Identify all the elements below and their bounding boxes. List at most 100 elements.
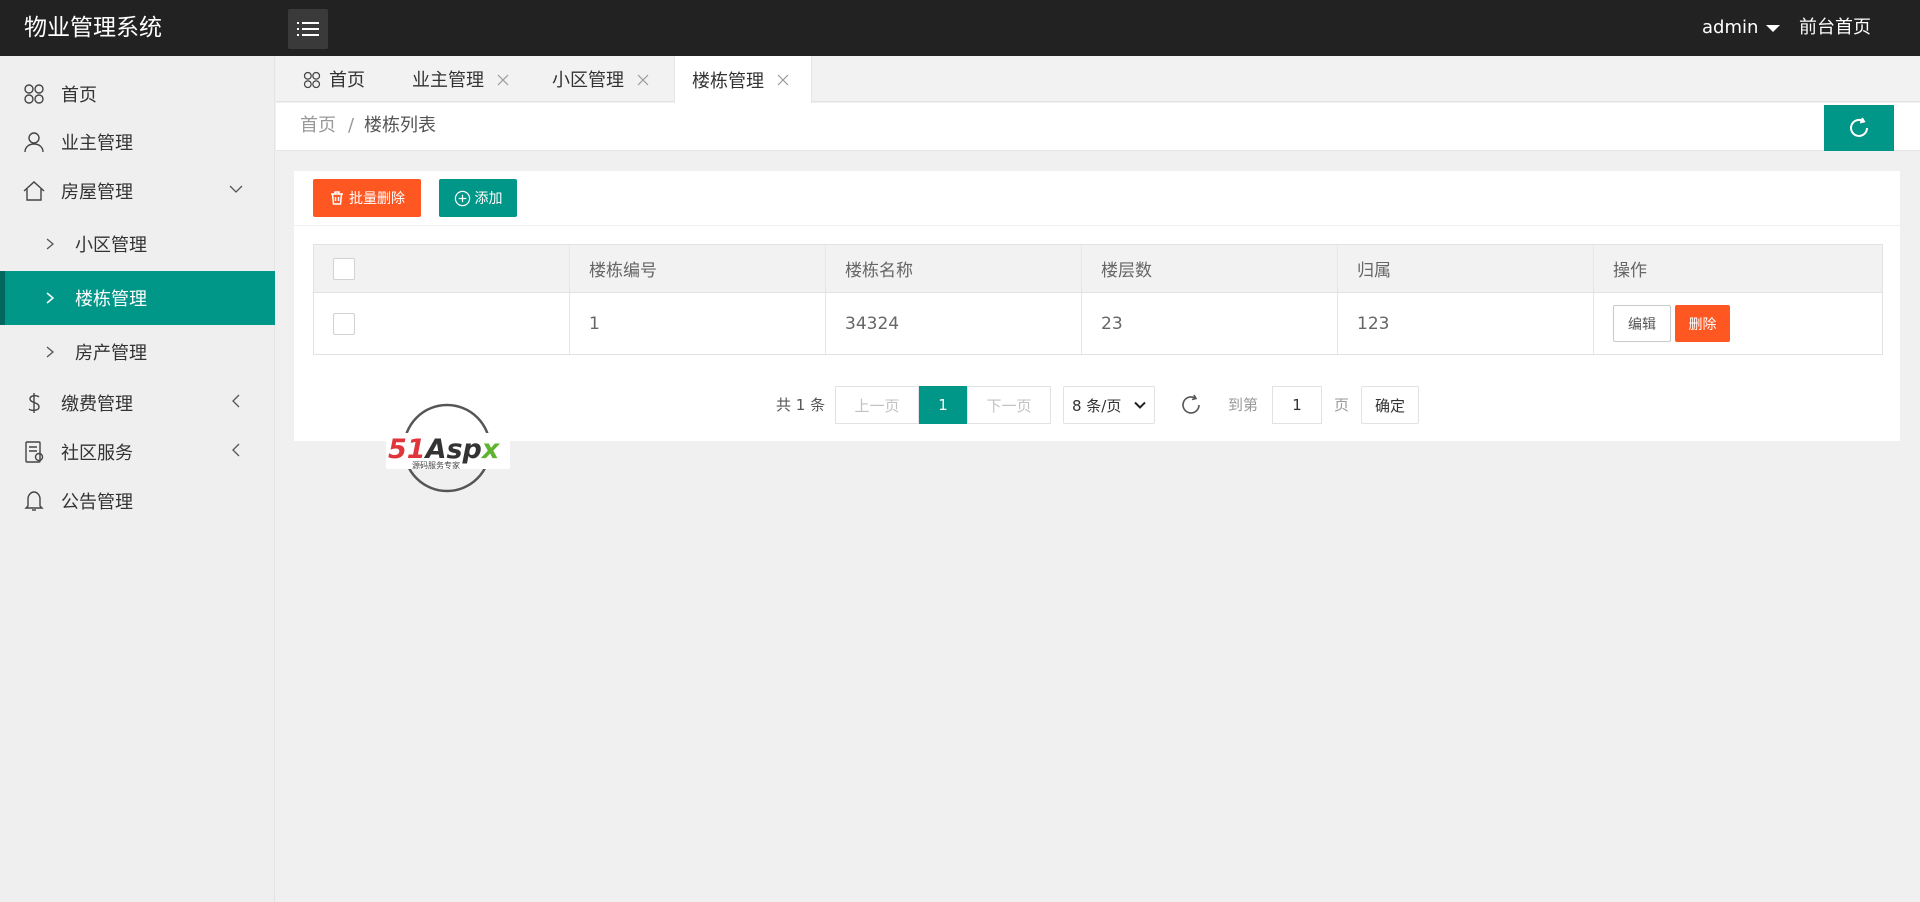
cell-actions: 编辑 删除 bbox=[1594, 293, 1882, 354]
batch-delete-button[interactable]: 批量删除 bbox=[313, 179, 421, 217]
app-title: 物业管理系统 bbox=[24, 15, 162, 41]
sidebar-item-services[interactable]: 社区服务 bbox=[0, 428, 275, 476]
tab-label: 小区管理 bbox=[552, 70, 624, 91]
tab-buildings[interactable]: 楼栋管理 bbox=[674, 56, 812, 103]
goto-page-input[interactable]: 1 bbox=[1272, 386, 1322, 424]
row-checkbox-cell bbox=[314, 293, 570, 354]
table-row: 1 34324 23 123 编辑 删除 bbox=[314, 293, 1882, 354]
user-menu[interactable]: admin bbox=[1702, 0, 1781, 56]
prev-page-button[interactable]: 上一页 bbox=[835, 386, 919, 424]
table-header: 楼栋编号 楼栋名称 楼层数 归属 操作 bbox=[314, 245, 1882, 293]
buildings-table: 楼栋编号 楼栋名称 楼层数 归属 操作 1 34324 23 123 编辑 删除 bbox=[313, 244, 1883, 355]
chevron-right-icon bbox=[46, 292, 55, 304]
close-icon[interactable] bbox=[636, 73, 650, 87]
sidebar-item-buildings[interactable]: 楼栋管理 bbox=[0, 271, 275, 325]
sidebar-item-label: 首页 bbox=[61, 85, 97, 106]
close-icon[interactable] bbox=[776, 73, 790, 87]
page-number-button[interactable]: 1 bbox=[919, 386, 967, 424]
chevron-right-icon bbox=[46, 238, 55, 250]
chevron-right-icon bbox=[46, 346, 55, 358]
trash-icon bbox=[331, 191, 343, 205]
cell-building-name: 34324 bbox=[826, 293, 1082, 354]
column-header: 操作 bbox=[1613, 261, 1647, 281]
content-card: 批量删除 添加 楼栋编号 楼栋名称 楼层数 归属 操作 1 34324 23 1… bbox=[294, 171, 1900, 441]
page-unit-label: 页 bbox=[1334, 396, 1350, 414]
breadcrumb-separator: / bbox=[348, 115, 355, 136]
home-icon bbox=[24, 84, 44, 104]
sidebar-item-label: 房产管理 bbox=[75, 343, 147, 364]
tab-label: 业主管理 bbox=[412, 70, 484, 91]
sidebar: 首页 业主管理 房屋管理 小区管理 楼栋管理 房产管理 缴费管理 社区服务 公告… bbox=[0, 56, 275, 902]
header-checkbox-cell bbox=[314, 245, 570, 292]
goto-label: 到第 bbox=[1228, 396, 1259, 414]
edit-button[interactable]: 编辑 bbox=[1613, 305, 1671, 342]
cell-building-id: 1 bbox=[570, 293, 826, 354]
cell-floors: 23 bbox=[1082, 293, 1338, 354]
caret-down-icon bbox=[1766, 25, 1781, 32]
tab-community[interactable]: 小区管理 bbox=[552, 56, 682, 102]
bell-icon bbox=[24, 491, 44, 511]
front-home-link[interactable]: 前台首页 bbox=[1799, 0, 1871, 56]
breadcrumb: 首页 / 楼栋列表 bbox=[276, 103, 1920, 151]
sidebar-item-houses[interactable]: 房屋管理 bbox=[0, 167, 275, 215]
sidebar-item-notices[interactable]: 公告管理 bbox=[0, 477, 275, 525]
home-icon bbox=[303, 71, 321, 89]
cell-owner: 123 bbox=[1338, 293, 1594, 354]
chevron-down-icon bbox=[1134, 401, 1146, 409]
sidebar-item-label: 缴费管理 bbox=[61, 394, 133, 415]
sidebar-item-home[interactable]: 首页 bbox=[0, 70, 275, 118]
tab-home[interactable]: 首页 bbox=[276, 56, 376, 102]
sidebar-item-property[interactable]: 房产管理 bbox=[0, 325, 275, 379]
chevron-left-icon bbox=[232, 394, 240, 408]
sidebar-item-label: 公告管理 bbox=[61, 492, 133, 513]
sidebar-item-owners[interactable]: 业主管理 bbox=[0, 118, 275, 166]
column-header[interactable]: 楼栋名称 bbox=[826, 245, 1082, 292]
chevron-down-icon bbox=[229, 185, 243, 193]
goto-confirm-button[interactable]: 确定 bbox=[1361, 386, 1419, 424]
user-icon bbox=[24, 132, 44, 153]
add-label: 添加 bbox=[474, 191, 503, 207]
next-page-button[interactable]: 下一页 bbox=[967, 386, 1051, 424]
sidebar-item-payments[interactable]: 缴费管理 bbox=[0, 379, 275, 427]
refresh-icon bbox=[1850, 117, 1868, 137]
column-header[interactable]: 归属 bbox=[1338, 245, 1594, 292]
tab-bar: 首页 业主管理 小区管理 楼栋管理 bbox=[276, 56, 1920, 103]
page-size-value: 8 条/页 bbox=[1072, 396, 1122, 415]
chevron-left-icon bbox=[232, 443, 240, 457]
add-button[interactable]: 添加 bbox=[439, 179, 517, 217]
breadcrumb-home[interactable]: 首页 bbox=[300, 103, 336, 151]
close-icon[interactable] bbox=[496, 73, 510, 87]
batch-delete-label: 批量删除 bbox=[349, 191, 405, 207]
tab-label: 首页 bbox=[329, 70, 365, 91]
page-size-select[interactable]: 8 条/页 bbox=[1063, 386, 1155, 424]
dollar-icon bbox=[28, 393, 40, 413]
menu-toggle-button[interactable] bbox=[288, 9, 328, 49]
sidebar-item-label: 楼栋管理 bbox=[75, 289, 147, 310]
table-toolbar: 批量删除 添加 bbox=[294, 171, 1900, 226]
delete-button[interactable]: 删除 bbox=[1675, 305, 1730, 342]
house-icon bbox=[23, 181, 45, 201]
sidebar-item-label: 业主管理 bbox=[61, 133, 133, 154]
watermark-logo: 51Aspx 源码服务专家 bbox=[386, 403, 510, 493]
refresh-page-button[interactable] bbox=[1824, 105, 1894, 151]
top-header: 物业管理系统 admin 前台首页 bbox=[0, 0, 1920, 56]
sidebar-item-label: 小区管理 bbox=[75, 235, 147, 256]
sidebar-item-community[interactable]: 小区管理 bbox=[0, 217, 275, 271]
column-header[interactable]: 楼栋编号 bbox=[570, 245, 826, 292]
sidebar-item-label: 社区服务 bbox=[61, 443, 133, 464]
tab-label: 楼栋管理 bbox=[692, 70, 764, 92]
row-checkbox[interactable] bbox=[333, 312, 355, 335]
select-all-checkbox[interactable] bbox=[333, 257, 355, 280]
sidebar-item-label: 房屋管理 bbox=[61, 182, 133, 203]
column-header[interactable]: 楼层数 bbox=[1082, 245, 1338, 292]
refresh-icon[interactable] bbox=[1179, 393, 1203, 417]
breadcrumb-current: 楼栋列表 bbox=[364, 115, 436, 136]
pagination: 共 1 条 上一页 1 下一页 8 条/页 到第 1 页 确定 bbox=[294, 386, 1900, 424]
watermark-slogan: 源码服务专家 bbox=[412, 460, 460, 470]
document-icon bbox=[25, 441, 44, 463]
user-name: admin bbox=[1702, 17, 1759, 38]
pagination-total: 共 1 条 bbox=[776, 396, 826, 414]
list-icon bbox=[297, 22, 319, 36]
plus-circle-icon bbox=[454, 190, 470, 206]
tab-owners[interactable]: 业主管理 bbox=[412, 56, 542, 102]
